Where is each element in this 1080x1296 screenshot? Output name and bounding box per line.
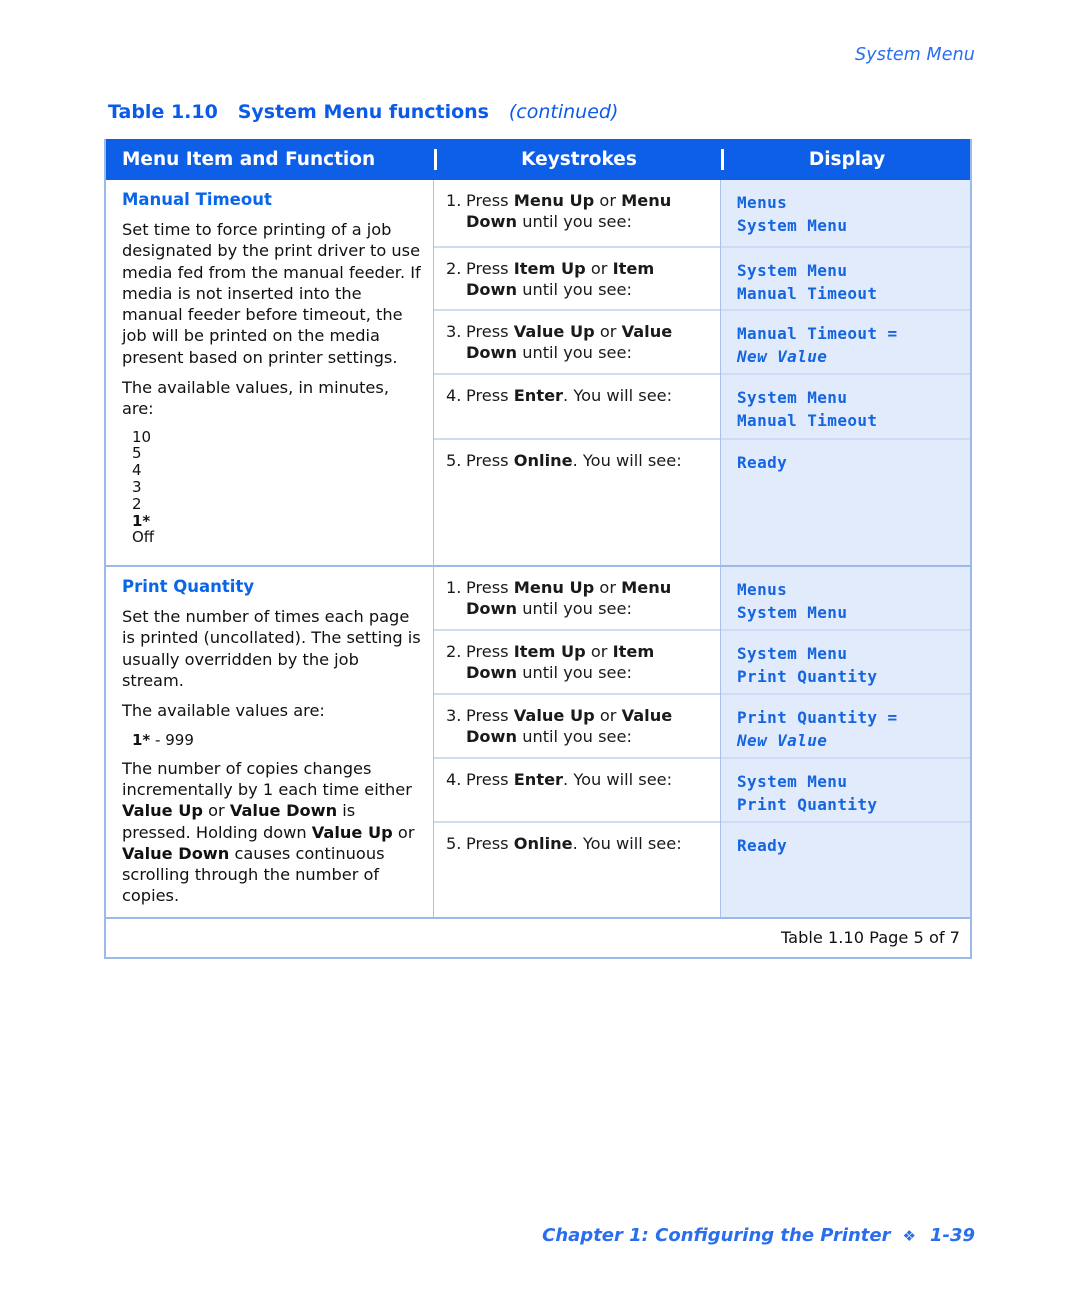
value-option: Off [132, 528, 155, 547]
display-line-2: Print Quantity [737, 667, 878, 687]
display-readout: Menus System Menu [721, 180, 970, 248]
display-line-1: System Menu [737, 772, 848, 792]
table-title-name: System Menu functions [237, 101, 489, 123]
display-line-1: Print Quantity = [737, 708, 898, 728]
display-cell: Menus System Menu System Menu Manual Tim… [721, 180, 970, 566]
running-head: System Menu [855, 45, 975, 65]
table-section-print-quantity: Print Quantity Set the number of times e… [106, 565, 970, 917]
menu-item-description-cell: Manual Timeout Set time to force printin… [106, 180, 434, 566]
keystrokes-cell: 1. Press Menu Up or Menu Down until you … [434, 180, 721, 566]
step-text: Press Value Up or Value Down until you s… [466, 322, 673, 363]
step-number: 2. [446, 259, 462, 278]
keystroke-step: 1. Press Menu Up or Menu Down until you … [434, 180, 720, 248]
step-number: 4. [446, 386, 462, 405]
keystroke-step: 2. Press Item Up or Item Down until you … [434, 248, 720, 311]
value-option: 10 [132, 427, 152, 446]
menu-item-paragraph: Set the number of times each page is pri… [122, 607, 421, 691]
display-line-2: Manual Timeout [737, 411, 878, 431]
display-line-2: Print Quantity [737, 795, 878, 815]
display-readout: Ready [721, 823, 970, 887]
table-footer-caption: Table 1.10 Page 5 of 7 [106, 916, 970, 959]
step-number: 5. [446, 834, 462, 854]
menu-item-description-cell: Print Quantity Set the number of times e… [106, 567, 434, 917]
display-readout: System Menu Manual Timeout [721, 248, 970, 311]
display-line-2: System Menu [737, 603, 848, 623]
display-line-1: Ready [737, 453, 788, 472]
display-readout: Menus System Menu [721, 567, 970, 632]
display-line-1: System Menu [737, 388, 848, 407]
value-range-rest: - 999 [150, 730, 194, 749]
step-text: Press Menu Up or Menu Down until you see… [466, 191, 672, 232]
display-readout: Manual Timeout = New Value [721, 311, 970, 375]
step-number: 2. [446, 642, 462, 662]
keystroke-step: 1. Press Menu Up or Menu Down until you … [434, 567, 720, 632]
keystroke-step: 4. Press Enter. You will see: [434, 375, 720, 440]
value-option: 4 [132, 461, 142, 480]
display-line-2: Manual Timeout [737, 284, 878, 304]
value-option: 5 [132, 444, 142, 463]
display-cell: Menus System Menu System Menu Print Quan… [721, 567, 970, 917]
step-text: Press Menu Up or Menu Down until you see… [466, 578, 672, 619]
keystroke-step: 4. Press Enter. You will see: [434, 759, 720, 824]
step-number: 3. [446, 322, 462, 341]
keystrokes-cell: 1. Press Menu Up or Menu Down until you … [434, 567, 721, 917]
menu-item-trailing-paragraph: The number of copies changes incremental… [122, 758, 415, 906]
column-header-menu-item: Menu Item and Function [122, 149, 376, 170]
step-text: Press Online. You will see: [466, 834, 682, 854]
step-text: Press Online. You will see: [466, 451, 682, 470]
keystroke-step: 5. Press Online. You will see: [434, 823, 720, 887]
display-line-2: System Menu [737, 216, 848, 236]
value-option-default: 1* [132, 511, 151, 530]
column-header-display: Display [721, 149, 970, 170]
column-header-keystrokes: Keystrokes [434, 149, 721, 170]
step-text: Press Enter. You will see: [466, 386, 673, 405]
table-section-manual-timeout: Manual Timeout Set time to force printin… [106, 180, 970, 566]
step-text: Press Item Up or Item Down until you see… [466, 642, 655, 683]
keystroke-step: 3. Press Value Up or Value Down until yo… [434, 695, 720, 760]
step-text: Press Item Up or Item Down until you see… [466, 259, 655, 300]
step-text: Press Enter. You will see: [466, 770, 673, 790]
table-title-continued: (continued) [508, 101, 619, 123]
display-line-1: Menus [737, 193, 788, 212]
display-line-1: System Menu [737, 644, 848, 664]
menu-item-values-intro: The available values, in minutes, are: [122, 378, 389, 419]
step-text: Press Value Up or Value Down until you s… [466, 706, 673, 747]
menu-item-title: Print Quantity [122, 577, 255, 597]
display-line-1: Manual Timeout = [737, 324, 898, 343]
value-range-default: 1* [132, 730, 151, 749]
menu-item-value-list: 10 5 4 3 2 1* Off [132, 427, 421, 547]
table-title: Table 1.10 System Menu functions (contin… [108, 101, 618, 123]
system-menu-functions-table: Menu Item and Function Keystrokes Displa… [104, 139, 972, 959]
menu-item-values-intro: The available values are: [122, 701, 325, 721]
display-readout: System Menu Print Quantity [721, 759, 970, 824]
diamond-icon: ❖ [902, 1227, 916, 1245]
display-readout: System Menu Manual Timeout [721, 375, 970, 440]
table-header-row: Menu Item and Function Keystrokes Displa… [106, 139, 970, 180]
display-readout: System Menu Print Quantity [721, 631, 970, 696]
display-readout: Print Quantity = New Value [721, 695, 970, 760]
value-option: 2 [132, 494, 142, 513]
menu-item-value-range: 1* - 999 [132, 731, 421, 749]
display-line-1: Menus [737, 580, 788, 600]
display-line-1: System Menu [737, 261, 848, 280]
keystroke-step: 2. Press Item Up or Item Down until you … [434, 631, 720, 696]
step-number: 1. [446, 191, 462, 210]
keystroke-step: 5. Press Online. You will see: [434, 440, 720, 529]
display-line-2: New Value [737, 731, 828, 751]
page-footer: Chapter 1: Configuring the Printer ❖ 1-39 [542, 1225, 975, 1246]
display-line-1: Ready [737, 836, 788, 856]
step-number: 5. [446, 451, 462, 470]
keystroke-step: 3. Press Value Up or Value Down until yo… [434, 311, 720, 375]
menu-item-paragraph: Set time to force printing of a job desi… [122, 219, 421, 367]
menu-item-title: Manual Timeout [122, 190, 272, 209]
step-number: 3. [446, 706, 462, 726]
value-option: 3 [132, 478, 142, 497]
page-number: 1-39 [929, 1225, 975, 1246]
display-line-2: New Value [737, 347, 828, 367]
step-number: 4. [446, 770, 462, 790]
step-number: 1. [446, 578, 462, 598]
display-readout: Ready [721, 440, 970, 529]
page-footer-chapter: Chapter 1: Configuring the Printer [542, 1225, 891, 1246]
table-title-label: Table 1.10 [108, 101, 218, 123]
